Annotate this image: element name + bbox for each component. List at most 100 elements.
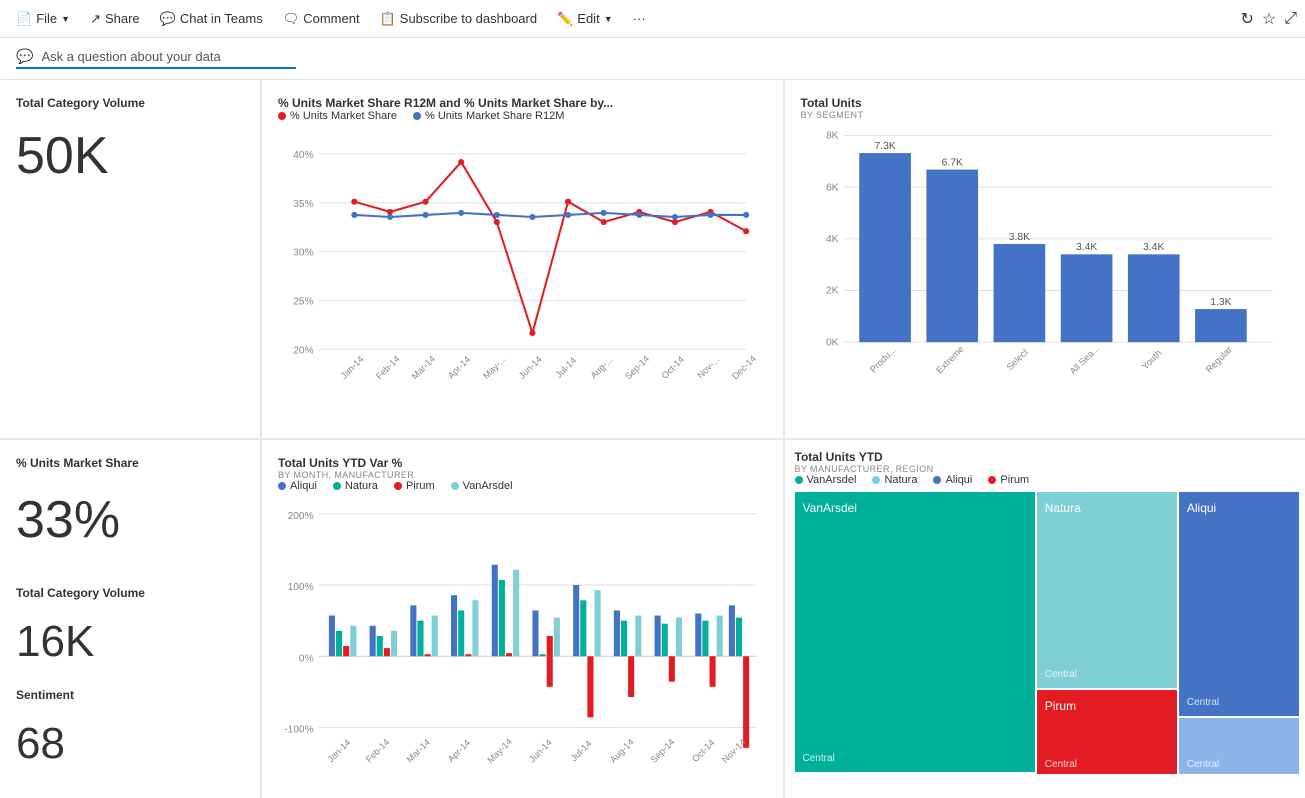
svg-text:200%: 200% <box>288 511 314 522</box>
edit-label: Edit <box>577 11 599 26</box>
ytd-legend-aliqui: Aliqui <box>278 480 317 492</box>
tile2-value: 33% <box>16 494 244 546</box>
svg-text:Produ...: Produ... <box>867 345 897 375</box>
svg-text:6.7K: 6.7K <box>941 157 962 168</box>
ytd-legend-pirum: Pirum <box>394 480 435 492</box>
treemap-natura-sub: Central <box>1045 669 1077 680</box>
ytd-treemap-title: Total Units YTD <box>795 450 1296 464</box>
star-icon[interactable]: ☆ <box>1262 9 1276 29</box>
tile3-title: Total Category Volume <box>16 586 244 600</box>
toolbar: 📄 File ▼ ↗ Share 💬 Chat in Teams 🗨 Comme… <box>0 0 1305 38</box>
file-label: File <box>36 11 57 26</box>
chat-icon: 💬 <box>160 11 176 27</box>
ytd-legend-natura: Natura <box>333 480 378 492</box>
svg-text:3.8K: 3.8K <box>1008 232 1029 243</box>
ask-placeholder: Ask a question about your data <box>41 49 220 64</box>
line-chart-title: % Units Market Share R12M and % Units Ma… <box>278 96 767 110</box>
svg-text:7.3K: 7.3K <box>874 141 895 152</box>
file-icon: 📄 <box>16 11 32 27</box>
tile-ytd-treemap[interactable]: Total Units YTD BY MANUFACTURER, REGION … <box>785 440 1305 798</box>
ytd-var-subtitle: BY MONTH, MANUFACTURER <box>278 470 767 480</box>
ask-input-container[interactable]: 💬 Ask a question about your data <box>16 48 296 69</box>
comment-icon: 🗨 <box>283 11 300 27</box>
tile1-value: 50K <box>16 130 244 182</box>
ytd-var-chart-svg: 200% 100% 0% -100% <box>278 496 767 786</box>
edit-icon: ✏️ <box>557 11 573 27</box>
ytd-var-title: Total Units YTD Var % <box>278 456 767 470</box>
share-icon: ↗ <box>90 11 101 27</box>
svg-text:Mar-14: Mar-14 <box>410 354 438 382</box>
tile3-container: Total Category Volume 16K <box>16 586 244 664</box>
treemap-aliqui-bot: Central <box>1179 718 1299 774</box>
tile-line-chart[interactable]: % Units Market Share R12M and % Units Ma… <box>262 80 783 438</box>
tile-bar-chart[interactable]: Total Units BY SEGMENT 8K 6K 4K 2K 0K 7.… <box>785 80 1305 438</box>
share-label: Share <box>105 11 140 26</box>
legend-item-1: % Units Market Share <box>278 110 397 122</box>
treemap-body: VanArsdel Central Natura Central Pirum C… <box>795 492 1296 772</box>
more-menu[interactable]: ··· <box>625 7 654 30</box>
treemap-legend: VanArsdel Natura Aliqui Pirum <box>795 474 1296 486</box>
treemap-aliqui-sub: Central <box>1187 697 1219 708</box>
fullscreen-icon[interactable]: ⤢ <box>1284 10 1297 28</box>
share-button[interactable]: ↗ Share <box>82 7 148 31</box>
treemap-right-col: Aliqui Central Central <box>1179 492 1299 772</box>
tile3-value: 16K <box>16 620 244 664</box>
svg-text:May-...: May-... <box>481 354 508 381</box>
svg-text:Jul-14: Jul-14 <box>569 738 594 763</box>
tile-pct-market-share[interactable]: % Units Market Share 33% Total Category … <box>0 440 260 798</box>
edit-chevron: ▼ <box>604 14 613 24</box>
treemap-legend-aliqui: Aliqui <box>933 474 972 486</box>
subscribe-icon: 📋 <box>380 11 396 27</box>
tile-ytd-var[interactable]: Total Units YTD Var % BY MONTH, MANUFACT… <box>262 440 783 798</box>
svg-text:Jan-14: Jan-14 <box>326 737 353 764</box>
file-menu[interactable]: 📄 File ▼ <box>8 7 78 31</box>
legend-label-2: % Units Market Share R12M <box>425 110 564 122</box>
svg-text:20%: 20% <box>293 345 313 356</box>
svg-text:40%: 40% <box>293 150 313 161</box>
svg-text:Extreme: Extreme <box>934 344 966 376</box>
svg-text:Select: Select <box>1004 347 1030 373</box>
ytd-var-legend: Aliqui Natura Pirum VanArsdel <box>278 480 767 492</box>
svg-text:4K: 4K <box>825 234 838 245</box>
ytd-legend-vanarsdel: VanArsdel <box>451 480 513 492</box>
svg-text:Mar-14: Mar-14 <box>405 737 433 765</box>
svg-text:25%: 25% <box>293 296 313 307</box>
edit-button[interactable]: ✏️ Edit ▼ <box>549 7 621 31</box>
tile4-container: Sentiment 68 <box>16 688 244 766</box>
svg-text:-100%: -100% <box>284 725 313 736</box>
treemap-pirum: Pirum Central <box>1037 690 1177 774</box>
treemap-vanarsdel-label: VanArsdel <box>803 501 857 515</box>
svg-text:100%: 100% <box>288 582 314 593</box>
treemap-aliqui-bot-sub: Central <box>1187 759 1219 770</box>
svg-text:Jan-14: Jan-14 <box>339 354 366 381</box>
svg-text:8K: 8K <box>825 131 838 142</box>
svg-text:Jun-14: Jun-14 <box>527 737 554 764</box>
bar-chart-title: Total Units <box>801 96 1290 110</box>
legend-label-1: % Units Market Share <box>290 110 397 122</box>
svg-text:1.3K: 1.3K <box>1210 297 1231 308</box>
treemap-middle-col: Natura Central Pirum Central <box>1037 492 1177 772</box>
treemap-legend-natura: Natura <box>872 474 917 486</box>
bar-chart-svg: 8K 6K 4K 2K 0K 7.3K Produ... 6.7K Extrem… <box>801 120 1290 430</box>
svg-text:Nov-14: Nov-14 <box>720 737 748 765</box>
svg-text:Nov-...: Nov-... <box>695 354 721 380</box>
chat-button[interactable]: 💬 Chat in Teams <box>152 7 271 31</box>
svg-text:Oct-14: Oct-14 <box>660 354 686 380</box>
dashboard: Total Category Volume 50K % Units Market… <box>0 80 1305 798</box>
svg-text:Jun-14: Jun-14 <box>517 354 544 381</box>
svg-text:0%: 0% <box>299 653 314 664</box>
treemap-natura: Natura Central <box>1037 492 1177 688</box>
svg-text:30%: 30% <box>293 248 313 259</box>
svg-text:Sep-14: Sep-14 <box>623 354 651 382</box>
svg-text:35%: 35% <box>293 199 313 210</box>
tile-total-category-volume-50k[interactable]: Total Category Volume 50K <box>0 80 260 438</box>
treemap-natura-label: Natura <box>1045 501 1081 515</box>
ask-icon: 💬 <box>16 48 33 65</box>
refresh-icon[interactable]: ↻ <box>1240 9 1253 29</box>
svg-text:Aug-14: Aug-14 <box>608 737 636 765</box>
treemap-legend-vanarsdel: VanArsdel <box>795 474 857 486</box>
ytd-treemap-subtitle: BY MANUFACTURER, REGION <box>795 464 1296 474</box>
treemap-aliqui-label: Aliqui <box>1187 501 1216 515</box>
subscribe-button[interactable]: 📋 Subscribe to dashboard <box>372 7 546 31</box>
comment-button[interactable]: 🗨 Comment <box>275 7 368 31</box>
